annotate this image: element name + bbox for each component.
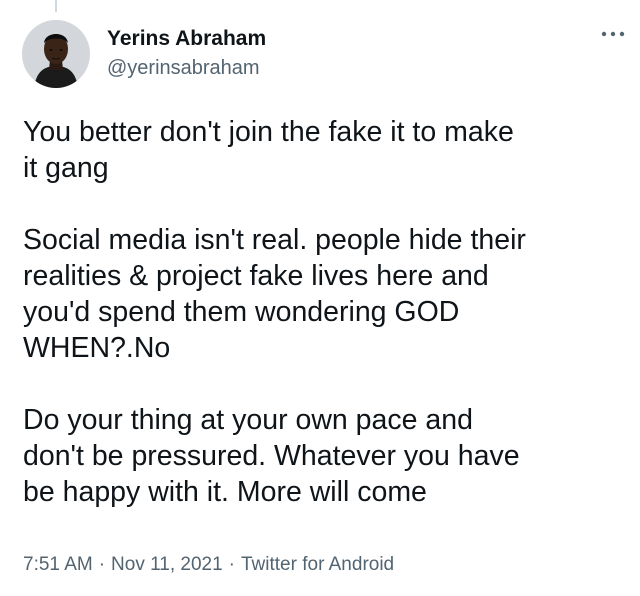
tweet-text-line: realities & project fake lives here and: [23, 260, 489, 292]
tweet-metadata: 7:51 AM · Nov 11, 2021 · Twitter for Android: [23, 553, 394, 577]
more-options-button[interactable]: [600, 24, 626, 44]
tweet-text: You better don't join the fake it to mak…: [23, 114, 623, 510]
tweet-text-line: you'd spend them wondering GOD: [23, 296, 460, 328]
tweet-text-line: Social media isn't real. people hide the…: [23, 224, 526, 256]
tweet-source-link[interactable]: Twitter for Android: [241, 554, 394, 575]
tweet-text-line: WHEN?.No: [23, 332, 171, 364]
tweet-text-line: it gang: [23, 152, 109, 184]
thread-connector-line: [55, 0, 57, 12]
tweet-card: Yerins Abraham @yerinsabraham You better…: [0, 0, 640, 596]
author-handle[interactable]: @yerinsabraham: [107, 55, 527, 81]
author-info: Yerins Abraham @yerinsabraham: [107, 26, 527, 81]
tweet-date-link[interactable]: Nov 11, 2021: [111, 554, 223, 575]
more-horizontal-icon: [601, 31, 625, 37]
avatar-photo-icon: [22, 20, 90, 88]
tweet-text-line: be happy with it. More will come: [23, 476, 427, 508]
tweet-text-line: You better don't join the fake it to mak…: [23, 116, 514, 148]
tweet-text-line: Do your thing at your own pace and: [23, 404, 473, 436]
tweet-text-line: don't be pressured. Whatever you have: [23, 440, 520, 472]
author-avatar[interactable]: [22, 20, 90, 88]
meta-separator: ·: [228, 554, 235, 575]
tweet-time-link[interactable]: 7:51 AM: [23, 554, 93, 575]
meta-separator: ·: [98, 554, 106, 575]
author-display-name[interactable]: Yerins Abraham: [107, 26, 527, 52]
